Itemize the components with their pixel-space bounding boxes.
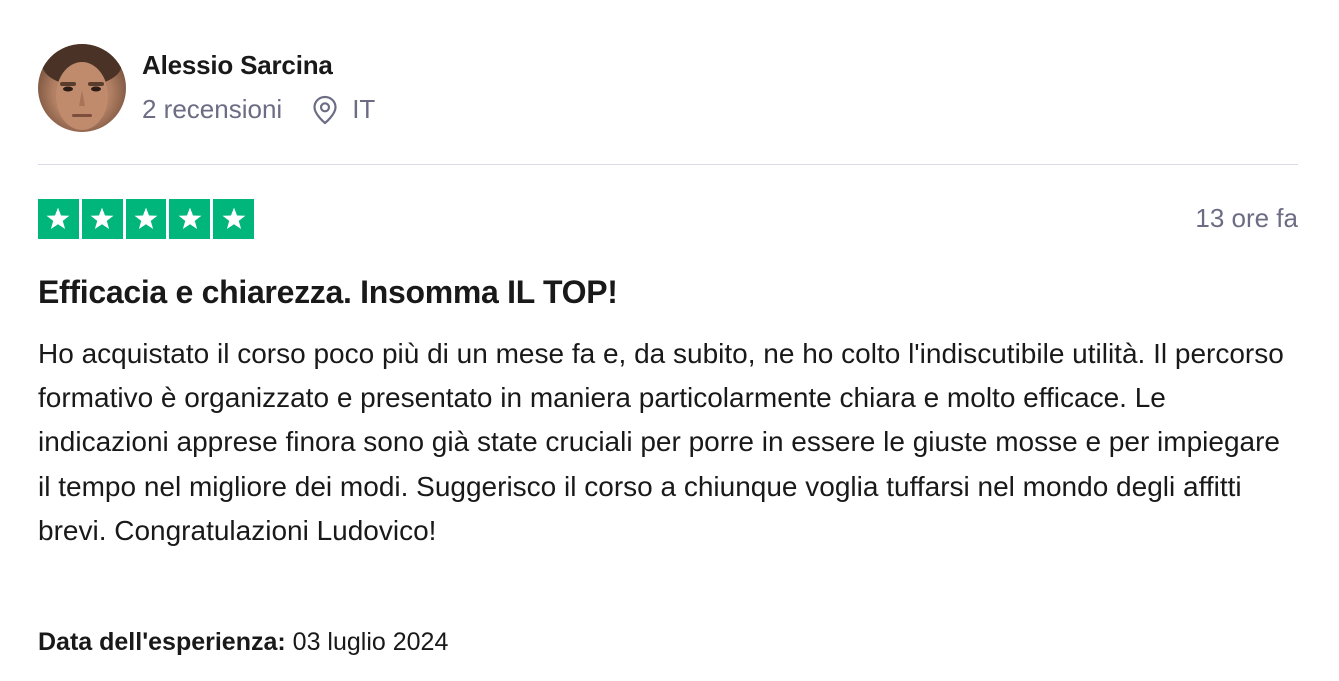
reviewer-name[interactable]: Alessio Sarcina — [142, 50, 333, 81]
star-icon — [169, 199, 211, 239]
reviewer-info: Alessio Sarcina 2 recensioni IT — [38, 44, 1298, 134]
avatar-face-icon — [42, 44, 122, 130]
experience-value: 03 luglio 2024 — [292, 628, 449, 656]
divider — [38, 164, 1298, 165]
reviewer-country: IT — [352, 94, 376, 124]
star-icon — [38, 199, 79, 239]
review-body: Ho acquistato il corso poco più di un me… — [38, 338, 1284, 546]
review-card: Alessio Sarcina 2 recensioni IT 13 ore f… — [38, 0, 1298, 681]
star-icon — [125, 199, 167, 239]
star-icon — [81, 199, 123, 239]
reviewer-meta: 2 recensioni IT — [142, 94, 375, 125]
reviews-count: 2 recensioni — [142, 94, 283, 124]
experience-label: Data dell'esperienza: — [38, 628, 286, 656]
review-date: 13 ore fa — [1195, 203, 1298, 233]
experience-date: Data dell'esperienza: 03 luglio 2024 — [38, 628, 448, 657]
star-icon — [213, 199, 254, 239]
review-title[interactable]: Efficacia e chiarezza. Insomma IL TOP! — [38, 274, 618, 311]
location-pin-icon — [312, 95, 338, 125]
avatar[interactable] — [38, 44, 126, 132]
star-rating — [38, 199, 254, 239]
